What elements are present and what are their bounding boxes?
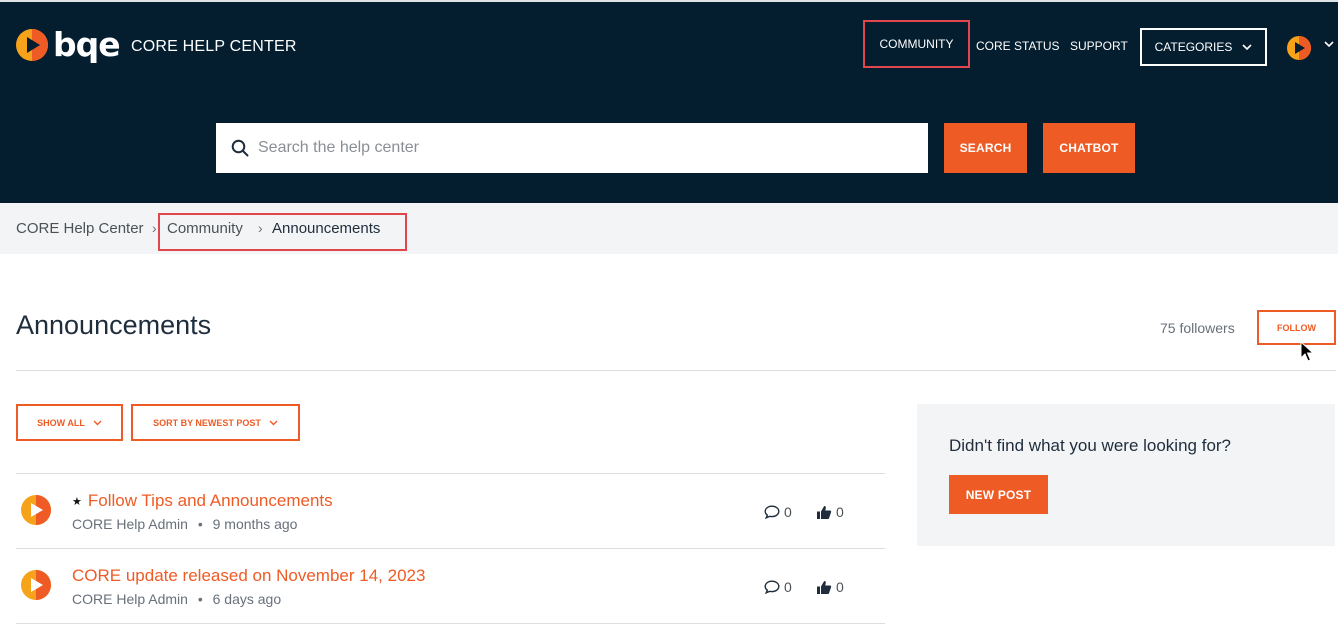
bqe-logo-icon — [16, 29, 48, 61]
list-item: CORE update released on November 14, 202… — [16, 549, 885, 624]
author-avatar[interactable] — [21, 570, 51, 600]
follow-button[interactable]: FOLLOW — [1257, 310, 1336, 345]
search-bar — [216, 123, 928, 173]
post-meta: CORE Help Admin • 9 months ago — [72, 516, 297, 532]
sort-dropdown[interactable]: SORT BY NEWEST POST — [131, 404, 300, 441]
vote-count-value: 0 — [836, 504, 844, 520]
section-divider — [16, 370, 1336, 371]
show-all-label: SHOW ALL — [37, 417, 85, 428]
comment-icon — [764, 505, 780, 519]
user-avatar[interactable] — [1287, 36, 1311, 60]
thumbs-up-icon — [817, 580, 832, 594]
chatbot-button[interactable]: CHATBOT — [1043, 123, 1135, 173]
vote-count: 0 — [816, 504, 844, 520]
breadcrumb-home-link[interactable]: CORE Help Center — [16, 220, 144, 237]
nav-community-link[interactable]: COMMUNITY — [863, 20, 970, 68]
meta-separator: • — [197, 591, 203, 607]
site-header: bqe CORE HELP CENTER COMMUNITY CORE STAT… — [0, 0, 1338, 203]
new-post-panel: Didn't find what you were looking for? N… — [917, 404, 1335, 546]
search-input[interactable] — [258, 139, 858, 157]
meta-separator: • — [197, 516, 203, 532]
user-menu-chevron-icon[interactable] — [1323, 38, 1335, 50]
new-post-prompt: Didn't find what you were looking for? — [949, 436, 1232, 455]
vote-count-value: 0 — [836, 579, 844, 595]
post-title-link[interactable]: CORE update released on November 14, 202… — [72, 566, 425, 586]
post-title-text: Follow Tips and Announcements — [87, 491, 333, 510]
breadcrumb-separator: › — [152, 220, 157, 236]
site-title[interactable]: CORE HELP CENTER — [131, 38, 297, 56]
post-age: 9 months ago — [212, 516, 298, 532]
comment-count: 0 — [764, 504, 792, 520]
search-icon — [231, 139, 249, 157]
chevron-down-icon — [93, 420, 102, 425]
breadcrumb-highlight-box — [158, 213, 407, 251]
post-author: CORE Help Admin — [72, 591, 188, 607]
mouse-cursor-icon — [1300, 341, 1314, 362]
nav-support-link[interactable]: SUPPORT — [1070, 39, 1128, 53]
bqe-logo[interactable]: bqe — [16, 25, 121, 64]
list-item: ★ Follow Tips and Announcements CORE Hel… — [16, 474, 885, 549]
search-button[interactable]: SEARCH — [944, 123, 1027, 173]
comment-count-value: 0 — [784, 579, 792, 595]
page-title: Announcements — [16, 310, 212, 340]
chevron-down-icon — [269, 420, 278, 425]
comment-count: 0 — [764, 579, 792, 595]
post-author: CORE Help Admin — [72, 516, 188, 532]
nav-community-label: COMMUNITY — [879, 37, 954, 51]
vote-count: 0 — [816, 579, 844, 595]
nav-core-status-link[interactable]: CORE STATUS — [976, 39, 1060, 53]
sort-label: SORT BY NEWEST POST — [153, 417, 261, 428]
show-all-dropdown[interactable]: SHOW ALL — [16, 404, 123, 441]
post-title-link[interactable]: ★ Follow Tips and Announcements — [72, 491, 333, 511]
chevron-down-icon — [1242, 44, 1252, 50]
post-meta: CORE Help Admin • 6 days ago — [72, 591, 281, 607]
comment-icon — [764, 580, 780, 594]
new-post-button[interactable]: NEW POST — [949, 475, 1048, 514]
followers-count: 75 followers — [1160, 320, 1235, 336]
post-title-text: CORE update released on November 14, 202… — [72, 566, 426, 585]
comment-count-value: 0 — [784, 504, 792, 520]
pinned-star-icon: ★ — [72, 495, 82, 508]
categories-label: CATEGORIES — [1154, 40, 1233, 54]
author-avatar[interactable] — [21, 495, 51, 525]
list-divider — [16, 623, 885, 624]
post-age: 6 days ago — [212, 591, 282, 607]
logo-text: bqe — [53, 25, 121, 64]
thumbs-up-icon — [817, 505, 832, 519]
categories-dropdown-button[interactable]: CATEGORIES — [1140, 28, 1267, 66]
